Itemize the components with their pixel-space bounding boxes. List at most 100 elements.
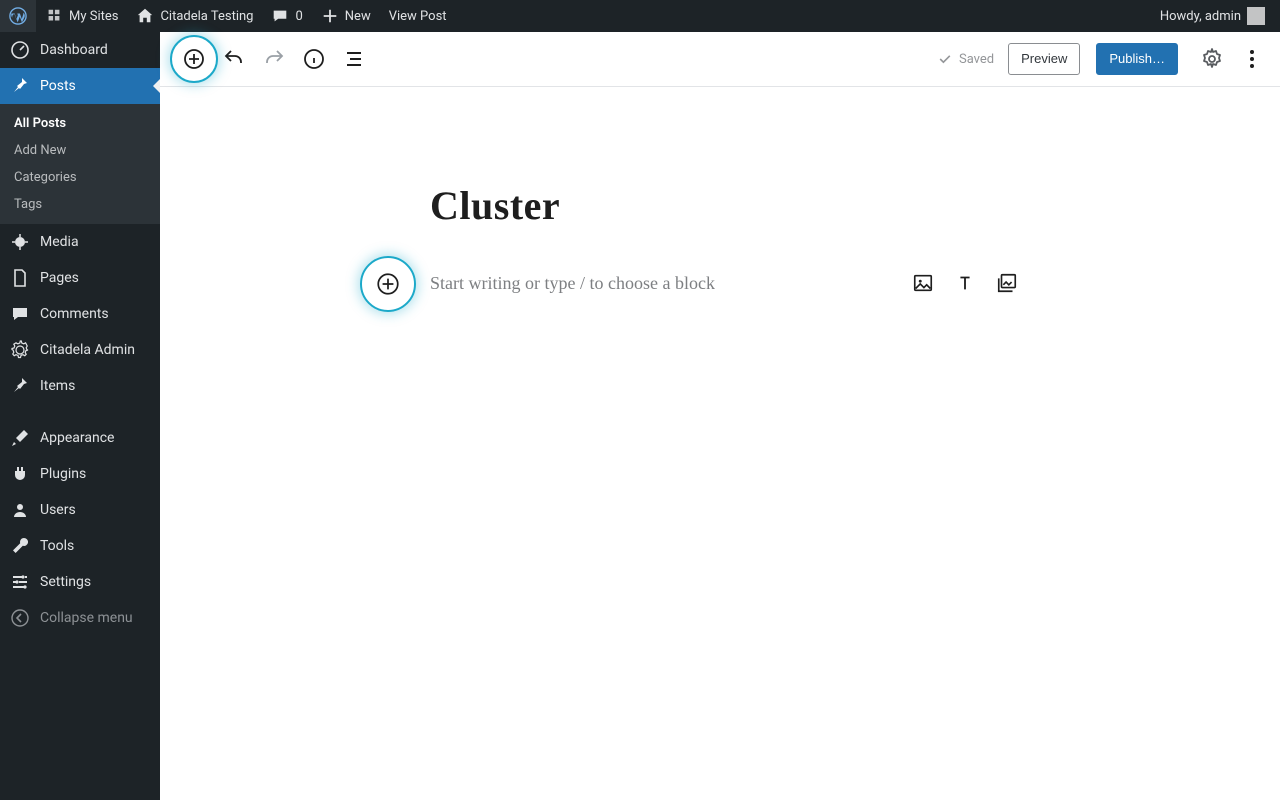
media-icon	[10, 232, 30, 252]
network-icon	[45, 7, 63, 25]
comment-icon	[10, 304, 30, 324]
site-home-link[interactable]: Citadela Testing	[127, 0, 262, 32]
heading-icon	[954, 272, 976, 294]
sidebar-item-items[interactable]: Items	[0, 368, 160, 404]
sidebar-item-label: Pages	[40, 270, 79, 286]
sidebar-item-label: Settings	[40, 574, 91, 590]
sidebar-item-label: Citadela Admin	[40, 342, 135, 358]
admin-bar: My Sites Citadela Testing 0 New View Pos…	[0, 0, 1280, 32]
undo-button[interactable]	[216, 41, 252, 77]
home-icon	[136, 7, 154, 25]
editor-toolbar: Saved Preview Publish…	[160, 32, 1280, 87]
outline-button[interactable]	[336, 41, 372, 77]
sidebar-item-plugins[interactable]: Plugins	[0, 456, 160, 492]
new-label: New	[345, 9, 371, 24]
greeting-label: Howdy, admin	[1160, 9, 1241, 24]
add-block-button[interactable]	[176, 41, 212, 77]
plus-icon	[321, 7, 339, 25]
inline-add-block-button[interactable]	[364, 260, 412, 308]
comment-count: 0	[295, 9, 302, 24]
account-menu[interactable]: Howdy, admin	[1151, 0, 1274, 32]
sidebar-item-settings[interactable]: Settings	[0, 564, 160, 600]
preview-button[interactable]: Preview	[1008, 43, 1080, 76]
saved-label: Saved	[959, 52, 994, 67]
sidebar-item-citadela-admin[interactable]: Citadela Admin	[0, 332, 160, 368]
quick-insert-group	[912, 272, 1020, 296]
gear-icon	[1200, 47, 1224, 71]
user-icon	[10, 500, 30, 520]
sidebar-item-label: Plugins	[40, 466, 86, 482]
sidebar-item-posts[interactable]: Posts	[0, 68, 160, 104]
list-icon	[342, 47, 366, 71]
pin-icon	[10, 76, 30, 96]
gallery-icon	[996, 272, 1018, 294]
insert-heading-button[interactable]	[954, 272, 978, 296]
pin-icon	[10, 376, 30, 396]
redo-icon	[262, 47, 286, 71]
publish-button[interactable]: Publish…	[1096, 43, 1178, 76]
kebab-icon	[1240, 47, 1264, 71]
gear-icon	[10, 340, 30, 360]
info-icon	[302, 47, 326, 71]
block-placeholder: Start writing or type / to choose a bloc…	[430, 273, 715, 294]
comment-icon	[271, 7, 289, 25]
post-title[interactable]: Cluster	[430, 182, 1010, 229]
sidebar-item-label: Dashboard	[40, 42, 108, 58]
submenu-item-tags[interactable]: Tags	[0, 191, 160, 218]
wordpress-icon	[9, 7, 27, 25]
sidebar-item-tools[interactable]: Tools	[0, 528, 160, 564]
info-button[interactable]	[296, 41, 332, 77]
settings-button[interactable]	[1194, 41, 1230, 77]
submenu-item-categories[interactable]: Categories	[0, 164, 160, 191]
posts-submenu: All Posts Add New Categories Tags	[0, 104, 160, 224]
wp-logo[interactable]	[0, 0, 36, 32]
dashboard-icon	[10, 40, 30, 60]
collapse-label: Collapse menu	[40, 610, 133, 626]
plus-circle-icon	[375, 271, 401, 297]
sidebar-item-appearance[interactable]: Appearance	[0, 420, 160, 456]
sidebar-item-label: Media	[40, 234, 79, 250]
view-post-link[interactable]: View Post	[380, 0, 456, 32]
site-name-label: Citadela Testing	[160, 9, 253, 24]
sidebar-item-label: Tools	[40, 538, 74, 554]
plus-circle-icon	[182, 47, 206, 71]
sliders-icon	[10, 572, 30, 592]
sidebar-item-media[interactable]: Media	[0, 224, 160, 260]
plug-icon	[10, 464, 30, 484]
collapse-menu[interactable]: Collapse menu	[0, 600, 160, 636]
editor-canvas[interactable]: Cluster Start writing or type / to choos…	[160, 87, 1280, 800]
page-icon	[10, 268, 30, 288]
sidebar-item-label: Posts	[40, 78, 76, 94]
sidebar-item-dashboard[interactable]: Dashboard	[0, 32, 160, 68]
document: Cluster Start writing or type / to choos…	[430, 182, 1010, 294]
sidebar-item-users[interactable]: Users	[0, 492, 160, 528]
my-sites-label: My Sites	[69, 9, 118, 24]
new-content-link[interactable]: New	[312, 0, 380, 32]
comments-link[interactable]: 0	[262, 0, 311, 32]
avatar	[1247, 7, 1265, 25]
insert-gallery-button[interactable]	[996, 272, 1020, 296]
my-sites-link[interactable]: My Sites	[36, 0, 127, 32]
sidebar-item-pages[interactable]: Pages	[0, 260, 160, 296]
saved-indicator: Saved	[927, 51, 1004, 67]
submenu-item-add-new[interactable]: Add New	[0, 137, 160, 164]
redo-button[interactable]	[256, 41, 292, 77]
admin-sidebar: Dashboard Posts All Posts Add New Catego…	[0, 32, 160, 800]
collapse-icon	[10, 608, 30, 628]
view-post-label: View Post	[389, 9, 447, 24]
sidebar-item-label: Appearance	[40, 430, 114, 446]
wrench-icon	[10, 536, 30, 556]
brush-icon	[10, 428, 30, 448]
check-icon	[937, 51, 953, 67]
insert-image-button[interactable]	[912, 272, 936, 296]
image-icon	[912, 272, 934, 294]
editor: Saved Preview Publish… Cluster Start wri…	[160, 32, 1280, 800]
empty-block[interactable]: Start writing or type / to choose a bloc…	[430, 273, 1010, 294]
sidebar-item-label: Users	[40, 502, 76, 518]
undo-icon	[222, 47, 246, 71]
submenu-item-all-posts[interactable]: All Posts	[0, 110, 160, 137]
sidebar-item-label: Items	[40, 378, 75, 394]
more-options-button[interactable]	[1234, 41, 1270, 77]
sidebar-item-comments[interactable]: Comments	[0, 296, 160, 332]
sidebar-item-label: Comments	[40, 306, 109, 322]
